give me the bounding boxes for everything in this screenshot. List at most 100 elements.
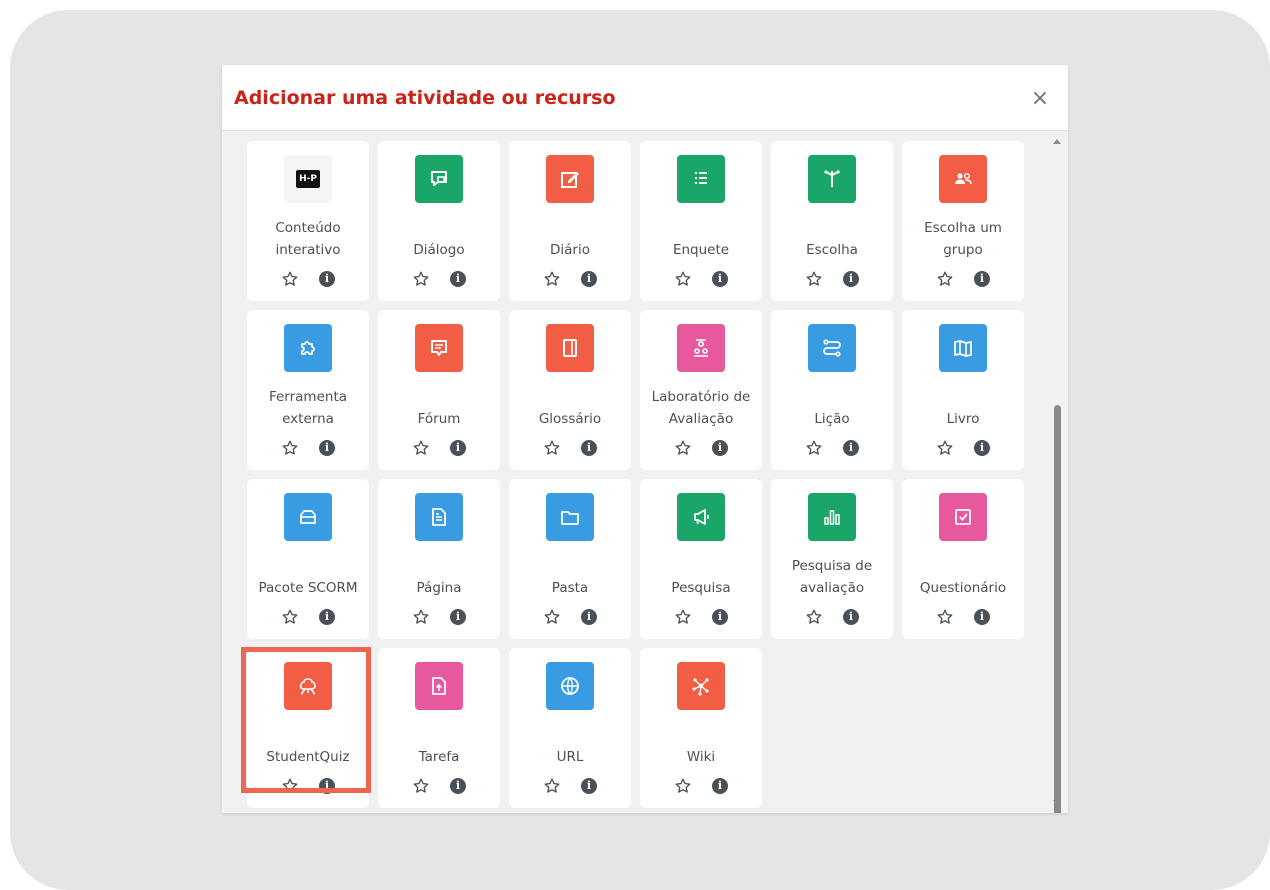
activity-label: Lição [814,411,850,427]
info-icon[interactable]: i [843,609,859,625]
activity-tile[interactable]: Página i [378,479,500,639]
activity-tile[interactable]: Ferramenta externa i [247,310,369,470]
activity-tile[interactable]: Wiki i [640,648,762,808]
info-icon[interactable]: i [450,440,466,456]
star-icon[interactable] [674,608,692,626]
info-icon[interactable]: i [712,609,728,625]
star-icon[interactable] [412,608,430,626]
activity-label: Ferramenta externa [268,389,348,427]
info-icon[interactable]: i [319,271,335,287]
scorm-icon [284,493,332,541]
page-icon [415,493,463,541]
activity-tile[interactable]: Laboratório de Avaliação i [640,310,762,470]
info-icon[interactable]: i [974,271,990,287]
globe-icon [546,662,594,710]
star-icon[interactable] [674,777,692,795]
info-icon[interactable]: i [843,440,859,456]
star-icon[interactable] [412,439,430,457]
activity-tile[interactable]: Diário i [509,141,631,301]
activity-tile[interactable]: Pesquisa de avaliação i [771,479,893,639]
activity-tile[interactable]: Escolha um grupo i [902,141,1024,301]
activity-tile[interactable]: Pesquisa i [640,479,762,639]
star-icon[interactable] [936,608,954,626]
activity-tile[interactable]: Livro i [902,310,1024,470]
info-icon[interactable]: i [450,271,466,287]
activity-tile[interactable]: Escolha i [771,141,893,301]
info-icon[interactable]: i [581,778,597,794]
star-icon[interactable] [674,270,692,288]
dialog-title: Adicionar uma atividade ou recurso [234,87,616,109]
activity-label: Pesquisa de avaliação [791,558,873,596]
info-icon[interactable]: i [712,778,728,794]
star-icon[interactable] [412,270,430,288]
star-icon[interactable] [805,270,823,288]
info-icon[interactable]: i [712,440,728,456]
star-icon[interactable] [805,608,823,626]
tile-actions: i [247,268,369,290]
activity-label: Página [416,580,462,596]
close-button[interactable]: × [1030,87,1050,111]
info-icon[interactable]: i [712,271,728,287]
activity-tile[interactable]: StudentQuiz i [247,648,369,808]
tile-actions: i [509,606,631,628]
group-icon [939,155,987,203]
activity-label: Pasta [551,580,589,596]
activity-label: StudentQuiz [266,749,350,765]
activity-tile[interactable]: Questionário i [902,479,1024,639]
dialog-body: H-P Conteúdo interativo i Diálogo i Diário i En… [222,131,1068,813]
puzzle-icon [284,324,332,372]
star-icon[interactable] [936,270,954,288]
activity-tile[interactable]: URL i [509,648,631,808]
info-icon[interactable]: i [319,440,335,456]
activity-label: Diálogo [413,242,465,258]
activity-tile[interactable]: Enquete i [640,141,762,301]
activity-tile[interactable]: Fórum i [378,310,500,470]
star-icon[interactable] [412,777,430,795]
h5p-logo: H-P [296,170,320,188]
info-icon[interactable]: i [319,609,335,625]
scroll-up-arrow-icon[interactable] [1053,139,1061,144]
activity-tile[interactable]: Tarefa i [378,648,500,808]
tile-actions: i [378,437,500,459]
activity-tile[interactable]: Glossário i [509,310,631,470]
star-icon[interactable] [543,439,561,457]
star-icon[interactable] [281,439,299,457]
info-icon[interactable]: i [581,271,597,287]
info-icon[interactable]: i [450,609,466,625]
info-icon[interactable]: i [450,778,466,794]
activity-label: Escolha [806,242,858,258]
activity-tile[interactable]: H-P Conteúdo interativo i [247,141,369,301]
star-icon[interactable] [936,439,954,457]
list-icon [677,155,725,203]
activity-label: Questionário [919,580,1007,596]
info-icon[interactable]: i [843,271,859,287]
star-icon[interactable] [805,439,823,457]
star-icon[interactable] [543,777,561,795]
activity-tile[interactable]: Diálogo i [378,141,500,301]
info-icon[interactable]: i [974,440,990,456]
activity-label: Wiki [686,749,716,765]
activity-label: Pesquisa [671,580,731,596]
scrollbar-thumb[interactable] [1054,405,1061,813]
star-icon[interactable] [674,439,692,457]
scrollbar[interactable] [1046,131,1068,813]
activity-label: Laboratório de Avaliação [651,389,751,427]
info-icon[interactable]: i [319,778,335,794]
activity-grid: H-P Conteúdo interativo i Diálogo i Diário i En… [247,141,1024,808]
star-icon[interactable] [543,270,561,288]
star-icon[interactable] [281,270,299,288]
tile-actions: i [247,775,369,797]
h5p-icon: H-P [284,155,332,203]
tile-actions: i [247,606,369,628]
star-icon[interactable] [543,608,561,626]
info-icon[interactable]: i [581,609,597,625]
activity-tile[interactable]: Pacote SCORM i [247,479,369,639]
info-icon[interactable]: i [974,609,990,625]
activity-tile[interactable]: Lição i [771,310,893,470]
star-icon[interactable] [281,777,299,795]
scroll-down-arrow-icon[interactable] [1053,800,1061,805]
star-icon[interactable] [281,608,299,626]
info-icon[interactable]: i [581,440,597,456]
dialog-header: Adicionar uma atividade ou recurso × [222,65,1068,131]
activity-tile[interactable]: Pasta i [509,479,631,639]
